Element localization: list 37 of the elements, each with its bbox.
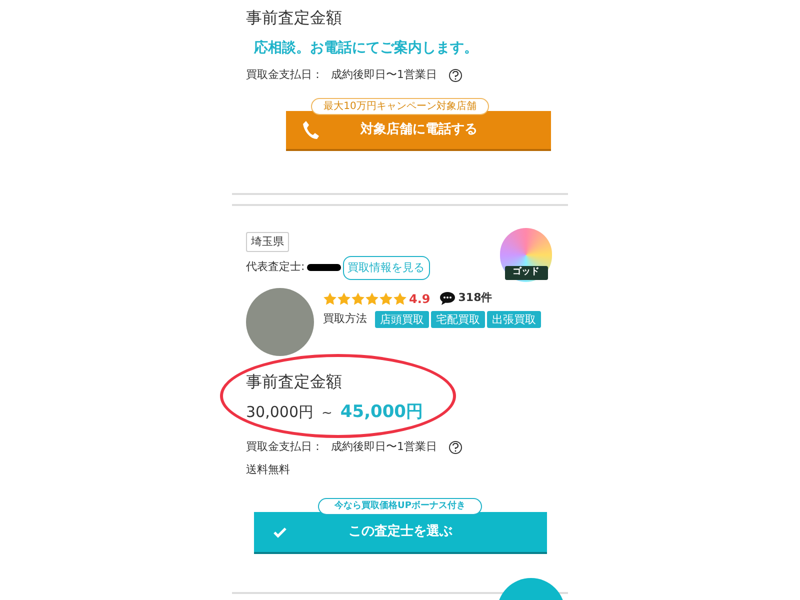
campaign-badge: 最大10万円キャンペーン対象店舗 <box>310 98 490 114</box>
star-icon <box>323 292 337 306</box>
price-min: 30,000円 <box>246 402 314 422</box>
review-count: 318件 <box>458 290 492 306</box>
payment-label: 買取金支払日： <box>246 439 323 455</box>
method-tag: 宅配買取 <box>431 310 485 328</box>
star-icon <box>393 292 407 306</box>
redaction-mark <box>306 264 341 271</box>
rating-value: 4.9 <box>409 290 430 308</box>
shipping-text: 送料無料 <box>246 462 291 478</box>
methods-label: 買取方法 <box>323 310 367 327</box>
payment-value: 成約後即日〜1営業日 <box>331 67 437 83</box>
star-icon <box>337 292 351 306</box>
star-icon <box>351 292 365 306</box>
section-heading: 事前査定金額 <box>246 7 343 29</box>
star-icon <box>379 292 393 306</box>
star-icon <box>365 292 379 306</box>
appraiser-label: 代表査定士: <box>246 259 305 276</box>
price-heading: 事前査定金額 <box>246 370 343 392</box>
phone-icon <box>302 120 320 140</box>
call-store-button[interactable]: 対象店舗に電話する <box>286 110 550 148</box>
notice-text: 応相談。お電話にてご案内します。 <box>254 38 479 58</box>
method-tag: 店頭買取 <box>375 310 429 328</box>
bonus-badge: 今なら買取価格UPボーナス付き <box>318 498 482 515</box>
payment-value: 成約後即日〜1営業日 <box>331 439 437 455</box>
select-appraiser-button[interactable]: この査定士を選ぶ <box>254 512 546 552</box>
rank-label: ゴッド <box>504 266 548 280</box>
check-icon <box>272 526 286 538</box>
method-tag: 出張買取 <box>487 310 541 328</box>
price-separator: ~ <box>322 404 332 422</box>
help-icon[interactable] <box>449 440 462 454</box>
price-max: 45,000円 <box>340 400 424 424</box>
view-info-button[interactable]: 買取情報を見る <box>342 256 430 280</box>
prefecture-tag: 埼玉県 <box>246 232 289 252</box>
comment-icon <box>439 291 456 306</box>
payment-label: 買取金支払日： <box>246 67 323 83</box>
help-icon[interactable] <box>449 68 462 82</box>
